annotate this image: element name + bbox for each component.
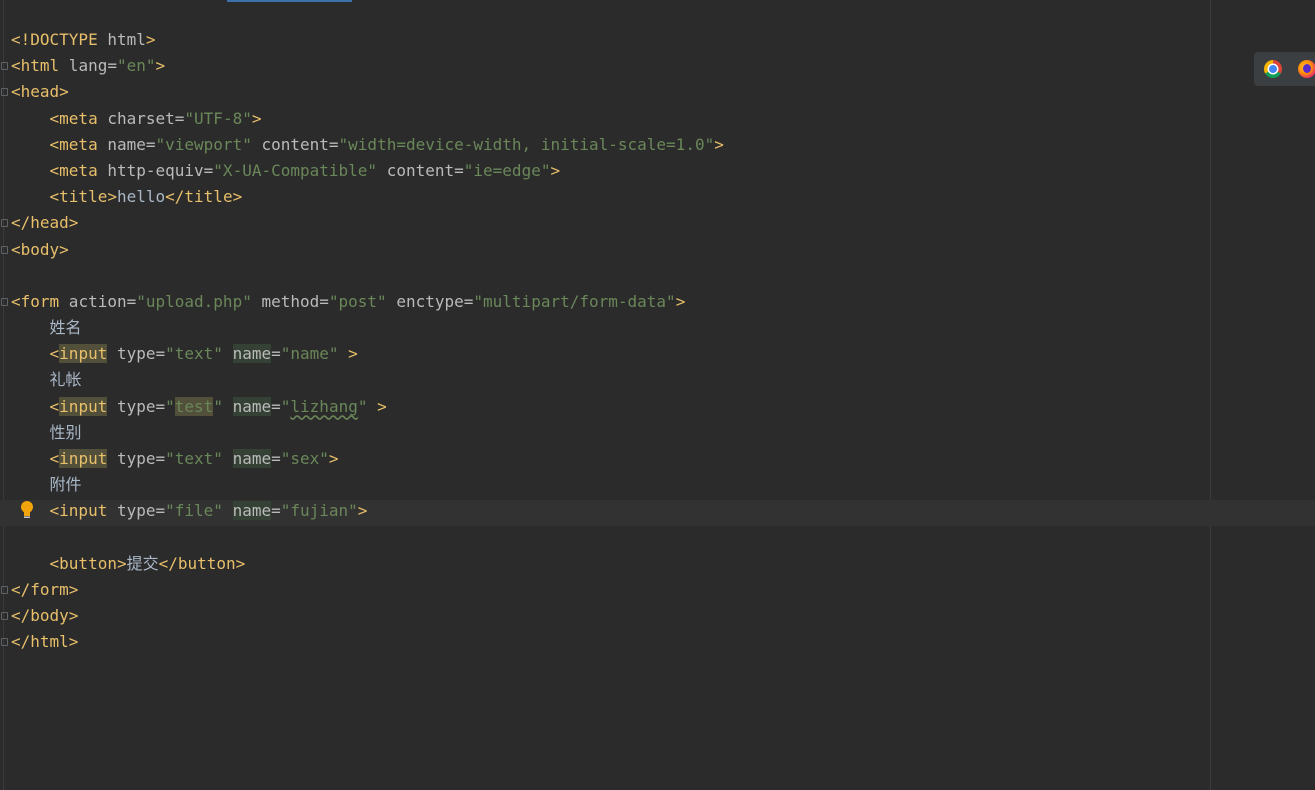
code-lines: <!DOCTYPE html> <html lang="en"> <head> … (1, 27, 724, 656)
code-line-3: <head> (1, 79, 724, 105)
fold-icon[interactable] (1, 88, 8, 97)
code-line-7: <title>hello</title> (49, 187, 243, 207)
code-line-19: <input type="file" name="fujian"> (49, 501, 368, 521)
code-line-17: <input type="text" name="sex"> (49, 449, 339, 468)
browser-preview-panel (1254, 52, 1315, 86)
code-line-1: <!DOCTYPE html> (11, 30, 156, 49)
code-line-16: 性别 (49, 422, 82, 442)
firefox-icon[interactable] (1298, 60, 1315, 78)
code-line-24: </html> (1, 629, 724, 655)
gutter (3, 0, 4, 790)
code-line-6: <meta http-equiv="X-UA-Compatible" conte… (49, 160, 561, 180)
fold-icon[interactable] (1, 245, 8, 254)
fold-icon[interactable] (1, 638, 8, 647)
code-line-5: <meta name="viewport" content="width=dev… (49, 134, 724, 154)
code-line-13: <input type="text" name="name" > (49, 344, 358, 364)
code-line-14: 礼帐 (49, 370, 82, 390)
code-line-23: </body> (1, 603, 724, 629)
code-line-8: </head> (1, 210, 724, 236)
code-line-12: 姓名 (49, 318, 82, 338)
fold-icon[interactable] (1, 612, 8, 621)
tab-indicator (227, 0, 352, 2)
code-line-2: <html lang="en"> (1, 53, 724, 79)
code-line-22: </form> (1, 577, 724, 603)
right-margin-guide (1210, 0, 1211, 790)
code-editor[interactable]: <!DOCTYPE html> <html lang="en"> <head> … (0, 0, 1315, 790)
code-line-21: <button>提交</button> (49, 553, 246, 573)
fold-icon[interactable] (1, 219, 8, 228)
code-line-11: <form action="upload.php" method="post" … (1, 289, 724, 315)
code-line-9: <body> (1, 237, 724, 263)
code-line-4: <meta charset="UTF-8"> (49, 108, 262, 128)
chrome-icon[interactable] (1264, 60, 1282, 78)
code-line-15: <input type="test" name="lizhang" > (49, 396, 387, 416)
code-line-18: 附件 (49, 475, 82, 495)
fold-icon[interactable] (1, 297, 8, 306)
fold-icon[interactable] (1, 62, 8, 71)
fold-icon[interactable] (1, 585, 8, 594)
